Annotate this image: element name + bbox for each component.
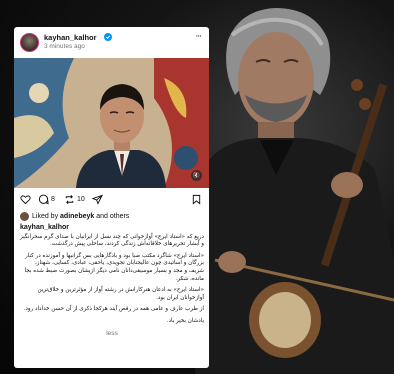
liked-by-suffix: and others: [94, 212, 130, 220]
caption-paragraph: از طرب عارف و عامی همه در رقص آیند هرکجا…: [23, 306, 204, 313]
comment-button[interactable]: 8: [38, 193, 55, 205]
post-time: 3 minutes ago: [44, 43, 85, 50]
post-caption: kayhan_kalhor دریغ که «استاد ایرج» آوازخ…: [20, 224, 204, 337]
share-count: 10: [77, 195, 85, 203]
send-button[interactable]: [92, 193, 103, 205]
repost-icon: [65, 194, 74, 204]
more-options-icon[interactable]: ···: [195, 32, 202, 42]
caption-paragraph: دریغ که «استاد ایرج» آوازخوانی که چند نس…: [20, 233, 204, 248]
liked-by-line[interactable]: Liked by adinebeyk and others: [20, 210, 129, 222]
post-header: kayhan_kalhor 3 minutes ago ···: [14, 27, 209, 58]
caption-paragraph: «استاد ایرج» شاگرد مکتب صبا بود و بادگار…: [24, 252, 204, 282]
bookmark-icon: [192, 194, 201, 205]
mute-icon[interactable]: 🔇: [191, 170, 202, 181]
post-username[interactable]: kayhan_kalhor: [44, 33, 97, 42]
liked-by-prefix: Liked by: [32, 212, 61, 220]
like-button[interactable]: [20, 193, 31, 205]
verified-badge-icon: [104, 33, 112, 41]
liked-by-user[interactable]: adinebeyk: [60, 213, 94, 220]
caption-paragraph: «استاد ایرج» به ادعان هنرکارانش در رشته …: [37, 287, 204, 301]
caption-paragraph: یادشان بخیر باد.: [166, 317, 204, 324]
comment-icon: [38, 194, 49, 204]
save-button[interactable]: [191, 193, 202, 205]
comment-count: 8: [51, 195, 55, 203]
share-button[interactable]: 10: [64, 193, 85, 205]
liker-avatar: [20, 211, 29, 221]
instagram-post-card: kayhan_kalhor 3 minutes ago ··· 🔇 8 10 L…: [14, 27, 209, 368]
post-actions: 8 10: [14, 189, 209, 209]
post-media[interactable]: 🔇: [14, 58, 209, 188]
caption-username[interactable]: kayhan_kalhor: [20, 224, 204, 232]
avatar[interactable]: [20, 33, 39, 52]
heart-icon: [20, 194, 31, 204]
post-photo: [14, 58, 209, 188]
send-icon: [92, 194, 103, 205]
less-link[interactable]: less: [20, 330, 204, 338]
